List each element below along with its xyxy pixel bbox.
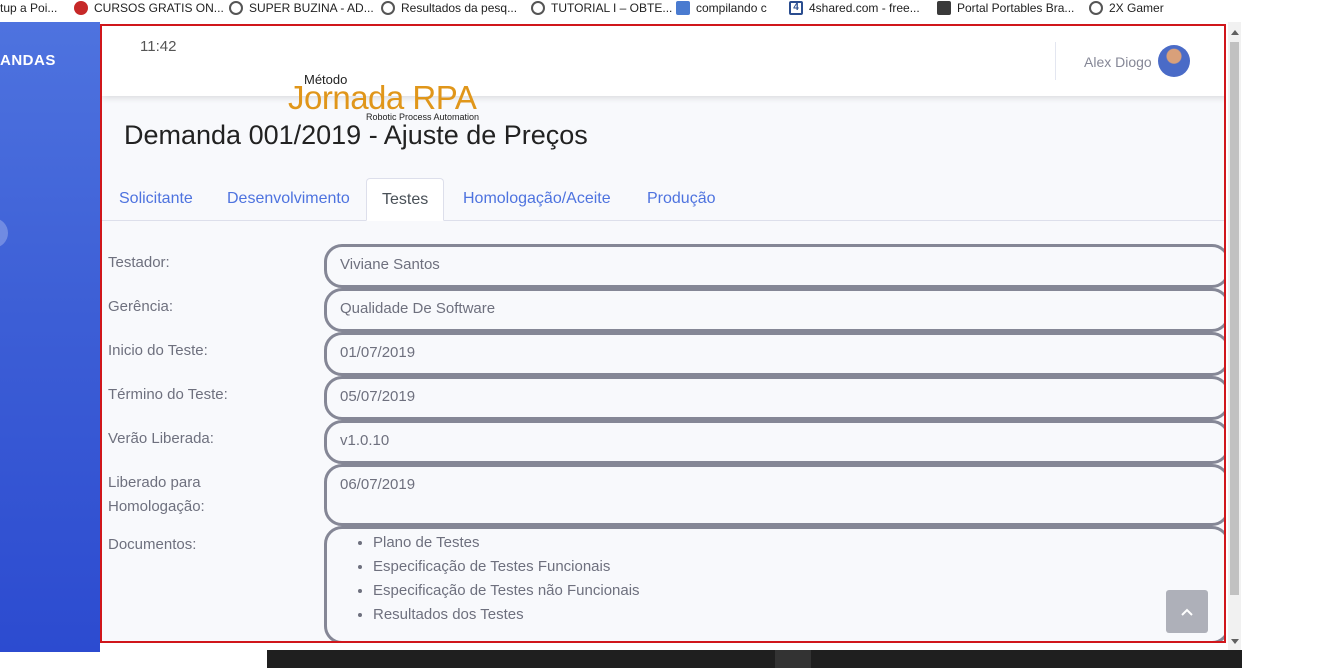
portal-icon (937, 1, 951, 15)
vertical-scrollbar[interactable] (1228, 22, 1241, 652)
sidebar: ANDAS (0, 22, 100, 652)
list-item: Resultados dos Testes (373, 603, 1214, 627)
scrollbar-thumb[interactable] (1230, 42, 1239, 595)
bookmark-item[interactable]: compilando c (676, 0, 767, 16)
bookmark-item[interactable]: SUPER BUZINA - AD... (229, 0, 374, 16)
main-content: 11:42 Alex Diogo Método Jornada RPA Robo… (100, 24, 1226, 643)
tab-producao[interactable]: Produção (632, 178, 731, 221)
translate-icon (676, 1, 690, 15)
versao-label: Verão Liberada: (108, 430, 214, 447)
bookmark-item[interactable]: Portal Portables Bra... (937, 0, 1074, 16)
scroll-up-arrow-icon[interactable] (1231, 30, 1239, 35)
bookmark-label: Portal Portables Bra... (957, 1, 1075, 15)
scroll-down-arrow-icon[interactable] (1231, 639, 1239, 644)
testador-field[interactable]: Viviane Santos (324, 244, 1224, 288)
taskbar (267, 650, 1242, 668)
termino-field[interactable]: 05/07/2019 (324, 376, 1224, 420)
testador-label: Testador: (108, 254, 170, 271)
tab-testes[interactable]: Testes (366, 178, 445, 221)
topbar: 11:42 Alex Diogo (102, 26, 1224, 96)
inicio-field[interactable]: 01/07/2019 (324, 332, 1224, 376)
bookmark-label: SUPER BUZINA - AD... (249, 1, 374, 15)
clock: 11:42 (140, 38, 177, 55)
bookmark-item[interactable]: tup a Poi... (0, 0, 57, 16)
list-item: Plano de Testes (373, 531, 1214, 555)
documentos-field[interactable]: Plano de Testes Especificação de Testes … (324, 526, 1224, 641)
sidebar-title[interactable]: ANDAS (0, 52, 56, 69)
sidebar-toggle-button[interactable] (0, 218, 8, 248)
bookmark-item[interactable]: TUTORIAL I – OBTE... (531, 0, 672, 16)
documentos-label: Documentos: (108, 536, 197, 553)
versao-field[interactable]: v1.0.10 (324, 420, 1224, 464)
page-title: Demanda 001/2019 - Ajuste de Preços (124, 120, 588, 150)
tab-bar: Solicitante Desenvolvimento Testes Homol… (102, 178, 1224, 221)
tab-solicitante[interactable]: Solicitante (104, 178, 208, 221)
bookmark-item[interactable]: CURSOS GRATIS ON... (74, 0, 224, 16)
documentos-list: Plano de Testes Especificação de Testes … (340, 531, 1214, 627)
globe-icon (381, 1, 395, 15)
4shared-icon: 4 (789, 1, 803, 15)
inicio-label: Inicio do Teste: (108, 342, 208, 359)
bookmark-item[interactable]: 2X Gamer (1089, 0, 1164, 16)
tab-homologacao[interactable]: Homologação/Aceite (448, 178, 626, 221)
bookmark-label: compilando c (696, 1, 767, 15)
globe-icon (229, 1, 243, 15)
bookmark-item[interactable]: 4 4shared.com - free... (789, 0, 920, 16)
liberado-field[interactable]: 06/07/2019 (324, 464, 1224, 526)
bookmark-label: Resultados da pesq... (401, 1, 518, 15)
taskbar-button[interactable] (775, 650, 811, 668)
gerencia-field[interactable]: Qualidade De Software (324, 288, 1224, 332)
chevron-up-icon (1181, 608, 1193, 616)
tab-desenvolvimento[interactable]: Desenvolvimento (212, 178, 365, 221)
wordpress-icon (1089, 1, 1103, 15)
liberado-label: Liberado para Homologação: (108, 471, 205, 519)
bookmark-label: TUTORIAL I – OBTE... (551, 1, 673, 15)
scroll-to-top-button[interactable] (1166, 590, 1208, 633)
termino-label: Término do Teste: (108, 386, 228, 403)
bookmark-label: tup a Poi... (0, 1, 58, 15)
bookmark-label: 2X Gamer (1109, 1, 1164, 15)
list-item: Especificação de Testes Funcionais (373, 555, 1214, 579)
bookmarks-bar: tup a Poi... CURSOS GRATIS ON... SUPER B… (0, 0, 1325, 22)
bookmark-label: 4shared.com - free... (809, 1, 920, 15)
gerencia-label: Gerência: (108, 298, 174, 315)
globe-icon (531, 1, 545, 15)
list-item: Especificação de Testes não Funcionais (373, 579, 1214, 603)
user-name[interactable]: Alex Diogo (1084, 54, 1152, 70)
avatar[interactable] (1158, 45, 1190, 77)
liberado-label-line1: Liberado para (108, 474, 201, 491)
bookmark-label: CURSOS GRATIS ON... (94, 1, 224, 15)
topbar-divider (1055, 42, 1056, 80)
red-badge-icon (74, 1, 88, 15)
bookmark-item[interactable]: Resultados da pesq... (381, 0, 517, 16)
logo: Método Jornada RPA Robotic Process Autom… (288, 72, 498, 122)
liberado-label-line2: Homologação: (108, 498, 205, 515)
